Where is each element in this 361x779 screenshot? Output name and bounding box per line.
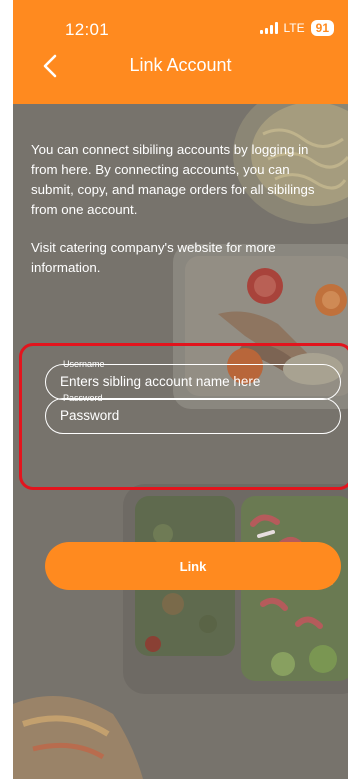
battery-icon: 91 (310, 20, 334, 36)
network-type: LTE (283, 21, 305, 35)
status-time: 12:01 (65, 20, 110, 39)
page-title: Link Account (129, 55, 232, 75)
intro-text: You can connect sibiling accounts by log… (31, 140, 336, 296)
intro-paragraph-website: Visit catering company's website for mor… (31, 240, 276, 275)
status-indicators: LTE 91 (259, 20, 334, 36)
highlight-box (19, 343, 348, 490)
link-button[interactable]: Link (45, 542, 341, 590)
signal-icon (259, 22, 278, 34)
app-screen: 12:01 LTE 91 Link Account You can connec… (13, 0, 348, 779)
screen-frame: 12:01 LTE 91 Link Account You can connec… (0, 0, 361, 779)
app-header: 12:01 LTE 91 Link Account (13, 0, 348, 104)
intro-paragraph-connect: You can connect sibiling accounts by log… (31, 142, 315, 217)
